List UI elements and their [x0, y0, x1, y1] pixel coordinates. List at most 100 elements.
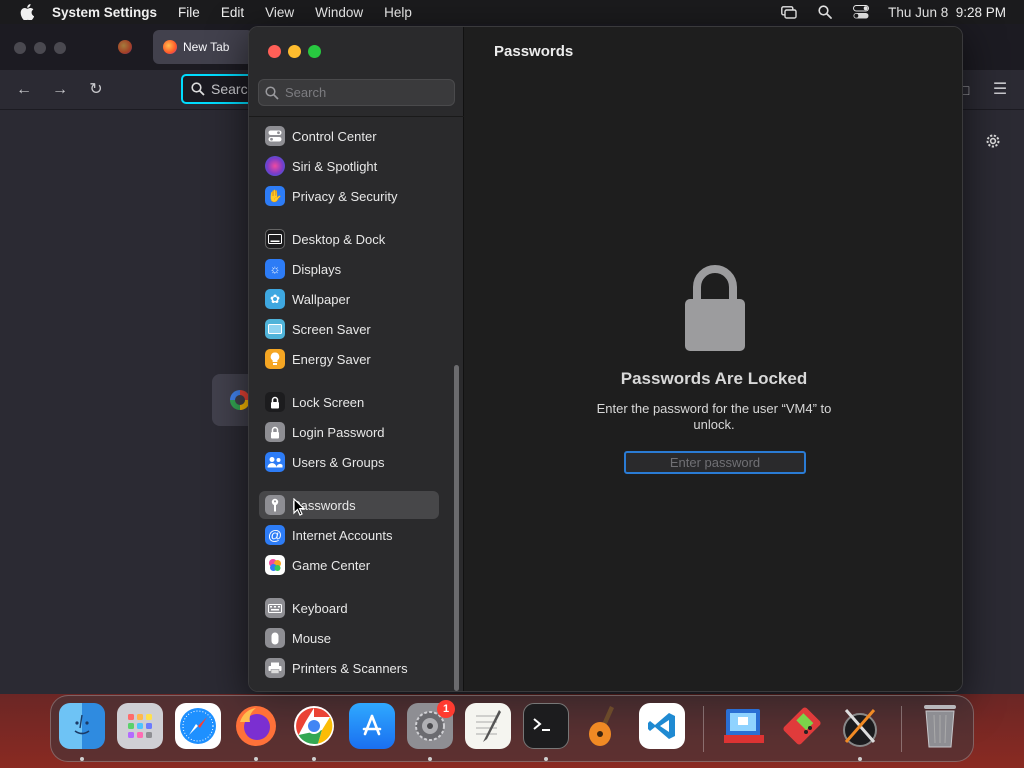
dock-running-indicator [544, 757, 548, 761]
new-tab-settings-gear-icon[interactable] [984, 132, 1002, 150]
dock-app-store-icon[interactable] [349, 703, 395, 749]
dock-xcode-icon[interactable] [837, 703, 883, 749]
sidebar-item-users-groups[interactable]: Users & Groups [259, 448, 439, 476]
sidebar-item-label: Users & Groups [292, 454, 385, 470]
dock-running-indicator [80, 757, 84, 761]
desktop-dock-icon [265, 229, 285, 249]
screen-mirroring-icon[interactable] [780, 5, 798, 19]
sidebar-item-label: Internet Accounts [292, 527, 393, 543]
window-zoom-button[interactable] [308, 45, 321, 58]
spotlight-search-icon[interactable] [816, 5, 834, 19]
locked-heading: Passwords Are Locked [620, 369, 808, 388]
menu-bar: System Settings File Edit View Window He… [0, 0, 1024, 24]
window-close-button[interactable] [268, 45, 281, 58]
browser-zoom-button[interactable] [54, 42, 66, 54]
sidebar-item-siri-spotlight[interactable]: Siri & Spotlight [259, 152, 439, 180]
page-title: Passwords [494, 43, 574, 60]
window-minimize-button[interactable] [288, 45, 301, 58]
login-password-icon [265, 422, 285, 442]
sidebar-item-desktop-dock[interactable]: Desktop & Dock [259, 225, 439, 253]
password-field[interactable] [624, 451, 806, 474]
url-search-icon [191, 82, 205, 96]
dock-textedit-icon[interactable] [465, 703, 511, 749]
sidebar-item-label: Keyboard [292, 600, 348, 616]
menu-window[interactable]: Window [315, 5, 363, 20]
sidebar-item-keyboard[interactable]: Keyboard [259, 594, 439, 622]
dock-trash-icon[interactable] [917, 703, 963, 749]
sidebar-item-internet-accounts[interactable]: @ Internet Accounts [259, 521, 439, 549]
browser-minimize-button[interactable] [34, 42, 46, 54]
sidebar-item-privacy-security[interactable]: ✋ Privacy & Security [259, 182, 439, 210]
dock-launchpad-icon[interactable] [117, 703, 163, 749]
dock-gameboy-emulator-icon[interactable] [779, 703, 825, 749]
mouse-pointer-icon [293, 498, 305, 516]
sidebar-item-mouse[interactable]: Mouse [259, 624, 439, 652]
dock-running-indicator [428, 757, 432, 761]
dock-remote-desktop-icon[interactable] [721, 703, 767, 749]
apple-logo-icon[interactable] [20, 4, 34, 20]
sidebar-item-passwords[interactable]: Passwords [259, 491, 439, 519]
dock-terminal-icon[interactable] [523, 703, 569, 749]
sidebar-item-label: Desktop & Dock [292, 231, 386, 247]
dock-garageband-icon[interactable] [581, 703, 627, 749]
at-icon: @ [265, 525, 285, 545]
sidebar-item-control-center[interactable]: Control Center [259, 122, 439, 150]
sidebar-item-label: Displays [292, 261, 342, 277]
wallpaper-icon: ✿ [265, 289, 285, 309]
sidebar-item-energy-saver[interactable]: Energy Saver [259, 345, 439, 373]
sidebar-item-screen-saver[interactable]: Screen Saver [259, 315, 439, 343]
dock-firefox-icon[interactable] [233, 703, 279, 749]
sidebar-scrollbar[interactable] [454, 365, 459, 691]
sidebar-item-label: Screen Saver [292, 321, 371, 337]
browser-tab-new-tab[interactable]: New Tab [153, 30, 253, 64]
reload-icon[interactable]: ↻ [86, 80, 106, 100]
control-center-icon [265, 126, 285, 146]
firefox-tab-icon [163, 40, 177, 54]
sidebar-item-login-password[interactable]: Login Password [259, 418, 439, 446]
dock-separator [901, 706, 902, 752]
sidebar-item-game-center[interactable]: Game Center [259, 551, 439, 579]
dock-chrome-icon[interactable] [291, 703, 337, 749]
game-center-icon [265, 555, 285, 575]
screen-saver-icon [265, 319, 285, 339]
sidebar-item-label: Control Center [292, 128, 377, 144]
sidebar-divider [249, 116, 464, 117]
system-settings-window: Control Center Siri & Spotlight ✋ Privac… [248, 26, 963, 692]
dock-safari-icon[interactable] [175, 703, 221, 749]
menu-app-name[interactable]: System Settings [52, 5, 157, 20]
passwords-pane: Passwords Passwords Are Locked Enter the… [464, 27, 962, 691]
dock-running-indicator [858, 757, 862, 761]
menu-help[interactable]: Help [384, 5, 412, 20]
back-arrow-icon[interactable]: ← [14, 80, 34, 100]
search-icon [265, 85, 279, 100]
firefox-view-icon[interactable] [118, 40, 132, 54]
sidebar-search-input[interactable] [285, 85, 445, 100]
menu-view[interactable]: View [265, 5, 294, 20]
sidebar-item-label: Lock Screen [292, 394, 365, 410]
sidebar-item-lock-screen[interactable]: Lock Screen [259, 388, 439, 416]
mouse-icon [265, 628, 285, 648]
sidebar-item-label: Printers & Scanners [292, 660, 408, 676]
sidebar-item-label: Mouse [292, 630, 332, 646]
siri-icon [265, 156, 285, 176]
dock-vscode-icon[interactable] [639, 703, 685, 749]
sidebar-item-displays[interactable]: ☼ Displays [259, 255, 439, 283]
dock-finder-icon[interactable] [59, 703, 105, 749]
lock-screen-icon [265, 392, 285, 412]
browser-menu-icon[interactable]: ☰ [990, 80, 1010, 100]
sidebar-item-printers-scanners[interactable]: Printers & Scanners [259, 654, 439, 682]
menu-file[interactable]: File [178, 5, 200, 20]
printer-icon [265, 658, 285, 678]
sidebar-item-wallpaper[interactable]: ✿ Wallpaper [259, 285, 439, 313]
sidebar-item-label: Wallpaper [292, 291, 351, 307]
large-lock-icon [685, 265, 745, 351]
users-groups-icon [265, 452, 285, 472]
forward-arrow-icon[interactable]: → [50, 80, 70, 100]
menu-edit[interactable]: Edit [221, 5, 244, 20]
dock [50, 695, 974, 762]
browser-tab-title: New Tab [183, 40, 230, 54]
browser-close-button[interactable] [14, 42, 26, 54]
menu-clock[interactable]: Thu Jun 8 9:28 PM [888, 5, 1006, 20]
control-center-menu-icon[interactable] [852, 5, 870, 19]
system-settings-badge: 1 [437, 700, 455, 718]
